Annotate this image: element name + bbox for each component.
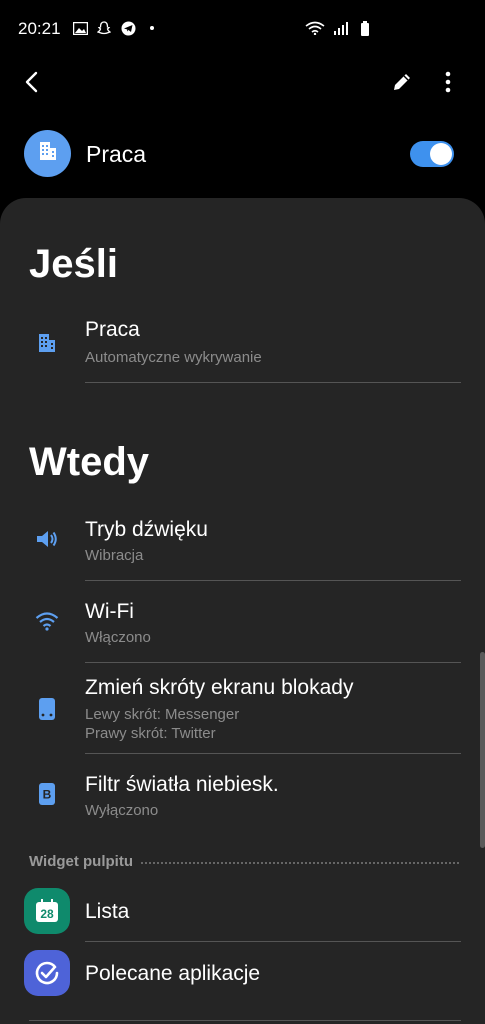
divider — [85, 580, 461, 581]
divider — [85, 662, 461, 663]
more-options-button[interactable] — [432, 68, 464, 100]
divider — [85, 382, 461, 383]
app-toolbar — [0, 60, 485, 106]
pencil-icon — [391, 71, 413, 98]
back-button[interactable] — [16, 68, 48, 100]
scrollbar-thumb[interactable] — [480, 652, 485, 848]
widget-title: Lista — [85, 900, 130, 923]
status-time: 20:21 — [18, 19, 61, 38]
calendar-date-text: 28 — [40, 907, 54, 921]
telegram-icon — [120, 20, 136, 36]
if-section-title: Jeśli — [29, 242, 118, 286]
status-bar: 20:21 — [0, 0, 485, 60]
phone-icon — [32, 694, 62, 724]
check-circle-icon — [24, 950, 70, 996]
divider — [85, 753, 461, 754]
action-item-lock-screen-shortcuts[interactable]: Zmień skróty ekranu blokady Lewy skrót: … — [0, 672, 485, 752]
condition-title: Praca — [85, 318, 140, 341]
widget-item-lista[interactable]: 28 Lista — [0, 884, 485, 940]
svg-text:B: B — [43, 788, 52, 802]
action-item-sound-mode[interactable]: Tryb dźwięku Wibracja — [0, 510, 485, 580]
system-status-icons — [305, 20, 373, 36]
signal-icon — [333, 20, 349, 36]
action-subtitle-left: Lewy skrót: Messenger — [85, 706, 240, 723]
action-item-wifi[interactable]: Wi-Fi Włączono — [0, 592, 485, 662]
dot-icon — [144, 20, 160, 36]
mode-title: Praca — [86, 141, 147, 167]
arrow-left-icon — [24, 71, 40, 98]
building-icon — [37, 140, 59, 167]
widget-section-label: Widget pulpitu — [29, 853, 142, 870]
widget-title: Polecane aplikacje — [85, 962, 261, 985]
wifi-icon — [305, 20, 325, 36]
blue-light-filter-icon: B — [32, 779, 62, 809]
divider — [29, 1020, 461, 1021]
condition-subtitle: Automatyczne wykrywanie — [85, 349, 262, 366]
mode-toggle-switch[interactable] — [410, 141, 454, 167]
building-icon — [32, 328, 62, 358]
action-title: Filtr światła niebiesk. — [85, 773, 279, 796]
action-subtitle-right: Prawy skrót: Twitter — [85, 725, 216, 742]
condition-item-praca[interactable]: Praca Automatyczne wykrywanie — [0, 312, 485, 384]
widget-item-recommended-apps[interactable]: Polecane aplikacje — [0, 946, 485, 1002]
action-title: Wi-Fi — [85, 600, 134, 623]
toggle-knob — [430, 143, 452, 165]
calendar-icon: 28 — [24, 888, 70, 934]
action-title: Zmień skróty ekranu blokady — [85, 676, 354, 699]
action-subtitle: Wyłączono — [85, 802, 159, 819]
action-subtitle: Włączono — [85, 629, 151, 646]
more-vertical-icon — [445, 71, 451, 98]
battery-icon — [357, 20, 373, 36]
mode-header: Praca — [0, 124, 485, 184]
widget-section-header: Widget pulpitu — [29, 853, 459, 873]
notification-icons — [72, 20, 160, 36]
image-icon — [72, 20, 88, 36]
divider — [85, 941, 461, 942]
snapchat-icon — [96, 20, 112, 36]
action-item-blue-light-filter[interactable]: B Filtr światła niebiesk. Wyłączono — [0, 765, 485, 835]
action-title: Tryb dźwięku — [85, 518, 208, 541]
edit-button[interactable] — [386, 68, 418, 100]
mode-avatar — [24, 130, 71, 177]
then-section-title: Wtedy — [29, 440, 149, 484]
wifi-icon — [32, 606, 62, 636]
action-subtitle: Wibracja — [85, 547, 144, 564]
speaker-icon — [32, 524, 62, 554]
